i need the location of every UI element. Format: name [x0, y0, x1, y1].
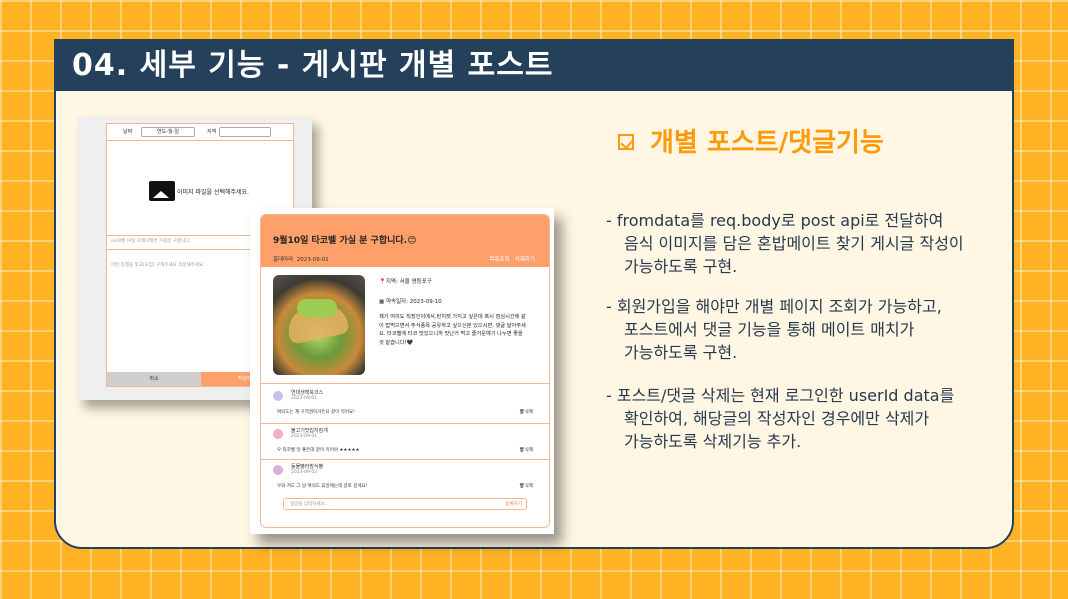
avatar — [273, 465, 283, 475]
date-place-row: 날짜 연도-월-일 지역 — [107, 124, 293, 141]
post-title: 9월10일 타코벨 가실 분 구합니다.😊 — [273, 236, 417, 246]
comment-placeholder: 댓글을 입력하세요... — [290, 502, 329, 507]
list-button[interactable]: 목록조회 — [489, 257, 509, 263]
location-label: 지역: — [385, 279, 398, 285]
feature-heading: 개별 포스트/댓글기능 — [618, 122, 884, 159]
post-card: 9월10일 타코벨 가실 분 구합니다.😊 홍대마라 2023-09-01 목록… — [260, 214, 550, 528]
feature-heading-text: 개별 포스트/댓글기능 — [650, 128, 884, 158]
delete-comment-button[interactable]: 🗑삭제 — [519, 409, 533, 415]
bullet-line: - fromdata를 req.body로 post api로 전달하여 — [606, 211, 944, 230]
delete-post-button[interactable]: 삭제하기 — [515, 257, 535, 263]
divider — [261, 459, 549, 460]
calendar-icon: ▦ — [379, 299, 385, 305]
delete-label: 삭제 — [524, 484, 533, 489]
bullet-item: - 포스트/댓글 삭제는 현재 로그인한 userId data를 확인하여, … — [606, 384, 1006, 453]
title-bar: 04. 세부 기능 - 게시판 개별 포스트 — [56, 41, 1012, 91]
post-actions: 목록조회 삭제하기 — [489, 255, 535, 263]
post-author: 홍대마라 — [273, 257, 294, 263]
delete-label: 삭제 — [524, 448, 533, 453]
date-input[interactable]: 연도-월-일 — [141, 127, 195, 137]
post-header: 9월10일 타코벨 가실 분 구합니다.😊 홍대마라 2023-09-01 목록… — [261, 215, 549, 267]
bullet-line: 포스트에서 댓글 기능을 통해 메이트 매치가 — [624, 320, 915, 339]
meet-date-info: ▦ 약속일자: 2023-09-10 — [379, 297, 442, 305]
date-label: 날짜 — [123, 129, 133, 135]
comment-submit-button[interactable]: 등록하기 — [505, 501, 522, 507]
bullet-line: 가능하도록 구현. — [624, 257, 738, 276]
divider — [261, 383, 549, 384]
comment-date: 2023-09-02 — [291, 470, 318, 475]
comment-author: 연대생책북코스 — [291, 390, 324, 396]
comment-date: 2023-09-01 — [291, 434, 318, 439]
place-input[interactable] — [219, 127, 271, 137]
food-image — [273, 275, 365, 375]
image-icon — [149, 181, 175, 201]
checkbox-icon — [618, 133, 634, 150]
avatar — [273, 429, 283, 439]
comment-item: 연대생책북코스 2023-09-01 여의도는 제 구역권이거든요 같이 먹어요… — [273, 389, 537, 421]
post-body: 제가 여의도 직장인이에서,런치켓 가지고 싶은데 혹시 점심시간에 같이 밥먹… — [379, 314, 526, 346]
comment-text: 여의도는 제 구역권이거든요 같이 먹어요! — [277, 410, 355, 415]
comment-item: 동물빵러밤식빵 2023-09-02 우와 저도 그 날 여의도 휴일에는데 글… — [273, 463, 537, 495]
slide-title: 04. 세부 기능 - 게시판 개별 포스트 — [72, 48, 554, 83]
delete-label: 삭제 — [524, 410, 533, 415]
place-label: 지역 — [207, 129, 217, 135]
comment-text: 우 타코벨 맛 좋은데 같이 먹어야 ★★★★★ — [277, 448, 360, 453]
post-date: 2023-09-01 — [296, 257, 329, 263]
bullet-line: - 포스트/댓글 삭제는 현재 로그인한 userId data를 — [606, 386, 955, 405]
post-meta: 홍대마라 2023-09-01 — [273, 255, 329, 263]
bullet-line: 확인하여, 해당글의 작성자인 경우에만 삭제가 — [624, 409, 930, 428]
delete-comment-button[interactable]: 🗑삭제 — [519, 483, 533, 489]
divider — [261, 423, 549, 424]
location-info: 📍지역: 서울 영등포구 — [379, 277, 432, 285]
image-upload-prompt: 이미지 파일을 선택해주세요. — [177, 189, 249, 196]
bullet-item: - 회원가입을 해야만 개별 페이지 조회가 가능하고, 포스트에서 댓글 기능… — [606, 295, 1006, 364]
avatar — [273, 391, 283, 401]
comment-date: 2023-09-01 — [291, 396, 318, 401]
bullet-line: 가능하도록 구현. — [624, 343, 738, 362]
post-detail-screenshot: 9월10일 타코벨 가실 분 구합니다.😊 홍대마라 2023-09-01 목록… — [250, 208, 554, 534]
bullet-item: - fromdata를 req.body로 post api로 전달하여 음식 … — [606, 209, 1006, 278]
bullet-line: 가능하도록 삭제기능 추가. — [624, 432, 802, 451]
meet-value: 2023-09-10 — [409, 299, 442, 305]
bullet-line: - 회원가입을 해야만 개별 페이지 조회가 가능하고, — [606, 297, 942, 316]
comment-input[interactable]: 댓글을 입력하세요... 등록하기 — [283, 498, 527, 510]
comment-author: 불고기맛집지킴개 — [291, 428, 328, 434]
location-value: 서울 영등포구 — [399, 279, 432, 285]
bullet-line: 음식 이미지를 담은 혼밥메이트 찾기 게시글 작성이 — [624, 234, 964, 253]
cancel-button[interactable]: 취소 — [107, 372, 201, 386]
delete-comment-button[interactable]: 🗑삭제 — [519, 447, 533, 453]
meet-label: 약속일자: — [385, 299, 409, 305]
body-field[interactable]: 어떤 동행을 찾고(모집) 구해주세요 작성해주세요. — [111, 262, 204, 268]
comment-author: 동물빵러밤식빵 — [291, 464, 324, 470]
comment-text: 우와 저도 그 날 여의도 휴일에는데 글로 갈게요! — [277, 484, 368, 489]
title-field[interactable]: ex)9월 (9일 오레나레면 가실분 구합니다. — [111, 238, 191, 244]
comment-item: 불고기맛집지킴개 2023-09-01 우 타코벨 맛 좋은데 같이 먹어야 ★… — [273, 427, 537, 459]
pin-icon: 📍 — [379, 279, 386, 285]
